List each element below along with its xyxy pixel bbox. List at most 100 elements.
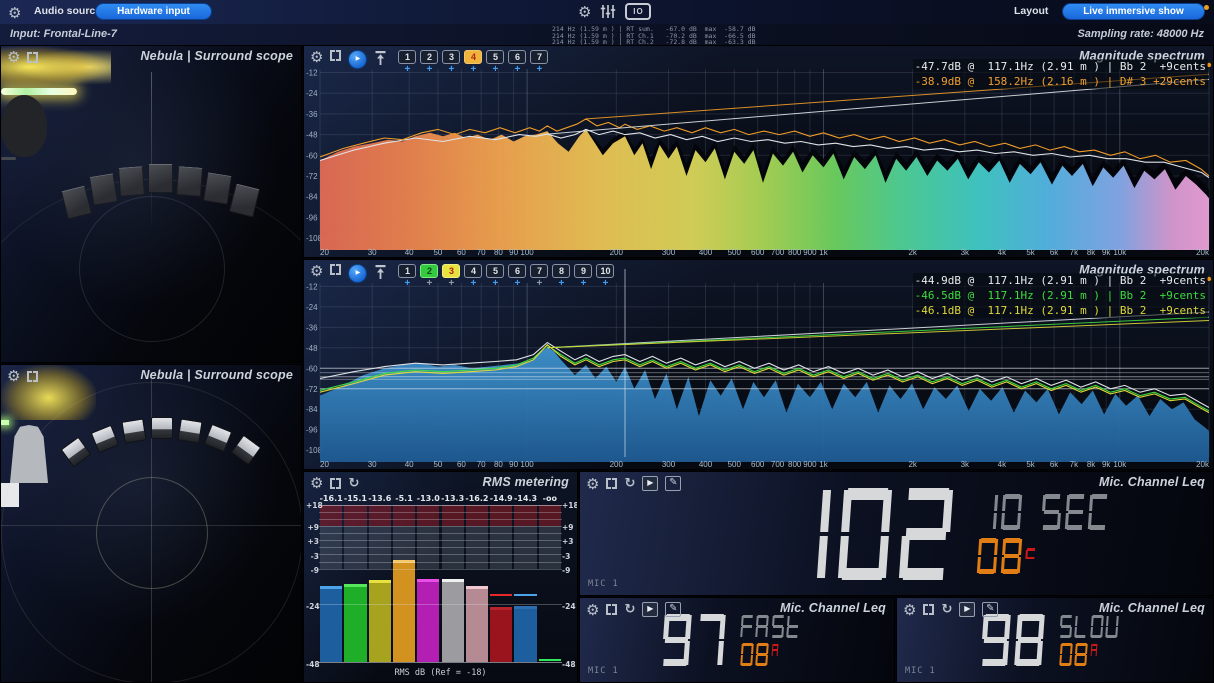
fullscreen-icon[interactable] (27, 52, 38, 63)
rms-bar-column-2 (343, 505, 367, 662)
curve-button-5[interactable]: 5+ (486, 50, 504, 75)
rms-bar-column-4 (392, 505, 416, 662)
layout-label[interactable]: Layout (1014, 5, 1048, 17)
gear-icon[interactable]: ⚙ (8, 6, 21, 20)
svg-text:20k: 20k (1196, 248, 1210, 257)
svg-text:4k: 4k (998, 460, 1007, 469)
fullscreen-icon[interactable] (27, 371, 38, 382)
panel-header-icons: ⚙ ↻ ▶ ✎ (586, 476, 681, 491)
add-curve-button[interactable]: + (420, 65, 438, 75)
gear-icon[interactable]: ⚙ (310, 50, 323, 64)
fullscreen-icon[interactable] (330, 50, 341, 61)
edit-icon[interactable]: ✎ (665, 476, 681, 491)
reset-icon[interactable]: ↻ (624, 603, 635, 616)
listener-head-mark (1, 157, 16, 160)
add-curve-button[interactable]: + (398, 65, 416, 75)
edit-icon[interactable]: ✎ (982, 602, 998, 617)
surround-scope-panel-1[interactable]: ⚙ Nebula | Surround scope (0, 45, 302, 363)
svg-text:-60: -60 (306, 151, 318, 160)
edit-icon[interactable]: ✎ (665, 602, 681, 617)
gear-icon[interactable]: ⚙ (586, 477, 599, 491)
svg-text:6k: 6k (1050, 460, 1059, 469)
curve-button-2[interactable]: 2+ (420, 50, 438, 75)
curve-button-8[interactable]: 8+ (552, 264, 570, 289)
center-toolbar-icons: ⚙ IO (578, 3, 651, 20)
play-icon[interactable]: ▶ (959, 602, 975, 617)
play-icon[interactable]: ▶ (642, 602, 658, 617)
scope-graphic (79, 196, 225, 342)
add-curve-button[interactable]: + (530, 279, 548, 289)
add-curve-button[interactable]: + (596, 279, 614, 289)
svg-text:700: 700 (771, 460, 785, 469)
leq-value-display (780, 488, 962, 580)
arrow-up-icon[interactable] (374, 50, 387, 66)
add-curve-button[interactable]: + (552, 279, 570, 289)
gear-icon[interactable]: ⚙ (578, 5, 591, 19)
add-curve-button[interactable]: + (574, 279, 592, 289)
add-curve-button[interactable]: + (486, 279, 504, 289)
gear-icon[interactable]: ⚙ (310, 476, 323, 490)
curve-button-4[interactable]: 4+ (464, 264, 482, 289)
add-curve-button[interactable]: + (464, 65, 482, 75)
live-immersive-show-button[interactable]: Live immersive show (1062, 3, 1205, 20)
listener-head (1, 95, 47, 157)
fullscreen-icon[interactable] (330, 478, 341, 489)
add-curve-button[interactable]: + (398, 279, 416, 289)
gear-icon[interactable]: ⚙ (7, 369, 20, 383)
curve-button-1[interactable]: 1+ (398, 50, 416, 75)
sliders-icon[interactable] (600, 4, 616, 19)
curve-button-7[interactable]: 7+ (530, 264, 548, 289)
curve-button-6[interactable]: 6+ (508, 50, 526, 75)
arrow-up-icon[interactable] (374, 264, 387, 280)
rms-scale-tick: -3 (562, 552, 575, 561)
svg-text:8k: 8k (1087, 248, 1096, 257)
curve-button-7[interactable]: 7+ (530, 50, 548, 75)
gear-icon[interactable]: ⚙ (903, 603, 916, 617)
gear-icon[interactable]: ⚙ (7, 50, 20, 64)
curve-button-10[interactable]: 10+ (596, 264, 614, 289)
curve-button-9[interactable]: 9+ (574, 264, 592, 289)
surround-scope-panel-2[interactable]: ⚙ Nebula | Surround scope (0, 364, 302, 683)
svg-text:90: 90 (509, 248, 518, 257)
add-curve-button[interactable]: + (508, 65, 526, 75)
gear-icon[interactable]: ⚙ (310, 264, 323, 278)
io-icon[interactable]: IO (625, 3, 651, 20)
add-curve-button[interactable]: + (420, 279, 438, 289)
speaker-icon (229, 183, 260, 217)
reset-icon[interactable]: ↻ (348, 477, 359, 490)
add-curve-button[interactable]: + (508, 279, 526, 289)
hardware-input-button[interactable]: Hardware input (95, 3, 212, 20)
live-icon[interactable]: ▶ (348, 264, 367, 283)
curve-button-6[interactable]: 6+ (508, 264, 526, 289)
reset-icon[interactable]: ↻ (624, 477, 635, 490)
svg-text:80: 80 (494, 460, 503, 469)
curve-button-4[interactable]: 4+ (464, 50, 482, 75)
fullscreen-icon[interactable] (923, 604, 934, 615)
fullscreen-icon[interactable] (330, 264, 341, 275)
fullscreen-icon[interactable] (606, 478, 617, 489)
play-icon[interactable]: ▶ (642, 476, 658, 491)
rms-value-8: -14.9 (489, 494, 513, 503)
analyzer-app: ⚙ Audio source Hardware input ⚙IO Layout… (0, 0, 1214, 683)
svg-text:3k: 3k (961, 248, 970, 257)
curve-button-3[interactable]: 3+ (442, 50, 460, 75)
add-curve-button[interactable]: + (464, 279, 482, 289)
curve-button-1[interactable]: 1+ (398, 264, 416, 289)
panel-header-icons: ⚙ (7, 369, 38, 383)
svg-text:5k: 5k (1026, 248, 1035, 257)
add-curve-button[interactable]: + (530, 65, 548, 75)
curve-button-5[interactable]: 5+ (486, 264, 504, 289)
rms-scale-tick: -9 (306, 566, 319, 575)
svg-text:6k: 6k (1050, 248, 1059, 257)
speaker-icon (61, 437, 92, 468)
curve-button-3[interactable]: 3+ (442, 264, 460, 289)
reset-icon[interactable]: ↻ (941, 603, 952, 616)
fullscreen-icon[interactable] (606, 604, 617, 615)
add-curve-button[interactable]: + (442, 65, 460, 75)
live-icon[interactable]: ▶ (348, 50, 367, 69)
gear-icon[interactable]: ⚙ (586, 603, 599, 617)
add-curve-button[interactable]: + (442, 279, 460, 289)
add-curve-button[interactable]: + (486, 65, 504, 75)
curve-button-2[interactable]: 2+ (420, 264, 438, 289)
rms-value-10: -oo (538, 494, 562, 503)
